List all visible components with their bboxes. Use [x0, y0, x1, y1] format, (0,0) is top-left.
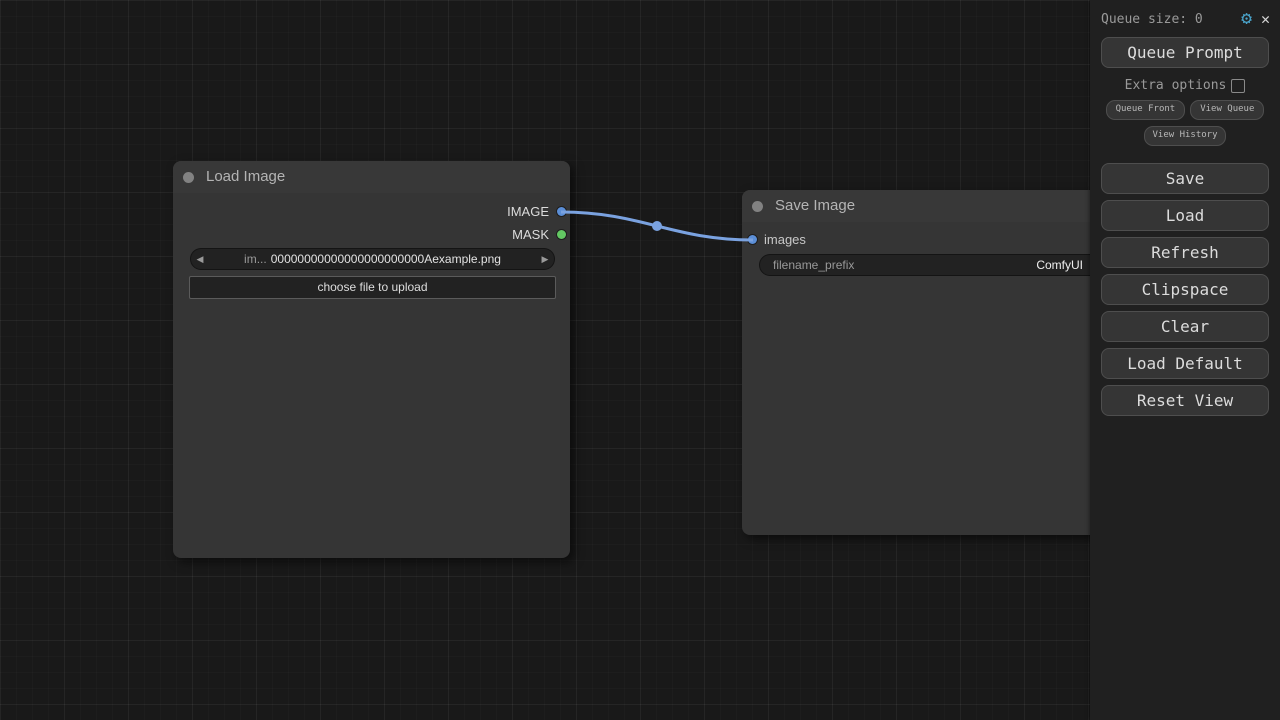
output-dot-mask[interactable]	[557, 230, 566, 239]
output-label-mask: MASK	[512, 227, 549, 242]
node-save-image[interactable]: Save Image images filename_prefix ComfyU…	[742, 190, 1142, 535]
load-default-button[interactable]: Load Default	[1101, 348, 1269, 379]
output-label-image: IMAGE	[507, 204, 549, 219]
filename-prefix-widget[interactable]: filename_prefix ComfyUI	[759, 254, 1125, 276]
collapse-dot-icon[interactable]	[183, 172, 194, 183]
link-image-to-images	[561, 212, 753, 240]
extra-options-label: Extra options	[1125, 78, 1227, 93]
output-dot-image[interactable]	[557, 207, 566, 216]
combo-text: im... 00000000000000000000000Aexample.png	[210, 252, 535, 266]
queue-header-row: Queue size: 0 ⚙ ✕	[1090, 0, 1280, 28]
link-midpoint-dot	[652, 221, 662, 231]
image-combo-widget[interactable]: ◀ im... 00000000000000000000000Aexample.p…	[190, 248, 555, 270]
node-title: Load Image	[206, 161, 285, 193]
comfy-menu: Queue size: 0 ⚙ ✕ Queue Prompt Extra opt…	[1090, 0, 1280, 720]
input-label-images: images	[764, 232, 806, 247]
refresh-button[interactable]: Refresh	[1101, 237, 1269, 268]
view-queue-button[interactable]: View Queue	[1190, 100, 1264, 120]
reset-view-button[interactable]: Reset View	[1101, 385, 1269, 416]
node-title: Save Image	[775, 190, 855, 222]
queue-prompt-button[interactable]: Queue Prompt	[1101, 37, 1269, 68]
combo-widget-value: 00000000000000000000000Aexample.png	[271, 252, 501, 266]
view-history-button[interactable]: View History	[1144, 126, 1226, 146]
queue-front-button[interactable]: Queue Front	[1106, 100, 1186, 120]
clear-button[interactable]: Clear	[1101, 311, 1269, 342]
input-dot-images[interactable]	[748, 235, 757, 244]
collapse-dot-icon[interactable]	[752, 201, 763, 212]
combo-widget-label: im...	[244, 252, 267, 266]
save-button[interactable]: Save	[1101, 163, 1269, 194]
node-title-bar[interactable]: Load Image	[173, 161, 570, 193]
load-button[interactable]: Load	[1101, 200, 1269, 231]
menu-button-stack: Save Load Refresh Clipspace Clear Load D…	[1090, 163, 1280, 416]
extra-options-checkbox[interactable]	[1231, 79, 1245, 93]
graph-canvas[interactable]: Load Image IMAGE MASK ◀ im... 00000000000…	[0, 0, 1280, 720]
queue-size-label: Queue size: 0	[1101, 12, 1241, 27]
input-slot-images: images	[742, 230, 806, 250]
node-load-image[interactable]: Load Image IMAGE MASK ◀ im... 00000000000…	[173, 161, 570, 558]
combo-right-arrow-icon[interactable]: ▶	[535, 254, 555, 265]
choose-file-button[interactable]: choose file to upload	[189, 276, 556, 299]
queue-actions-row: Queue Front View Queue	[1090, 100, 1280, 120]
output-slot-image: IMAGE	[173, 202, 570, 222]
extra-options-row: Extra options	[1090, 78, 1280, 93]
node-title-bar[interactable]: Save Image	[742, 190, 1142, 222]
clipspace-button[interactable]: Clipspace	[1101, 274, 1269, 305]
close-icon[interactable]: ✕	[1261, 12, 1270, 27]
combo-left-arrow-icon[interactable]: ◀	[190, 254, 210, 265]
widget-label: filename_prefix	[759, 258, 1036, 272]
output-slot-mask: MASK	[173, 225, 570, 245]
settings-gear-icon[interactable]: ⚙	[1241, 10, 1252, 28]
